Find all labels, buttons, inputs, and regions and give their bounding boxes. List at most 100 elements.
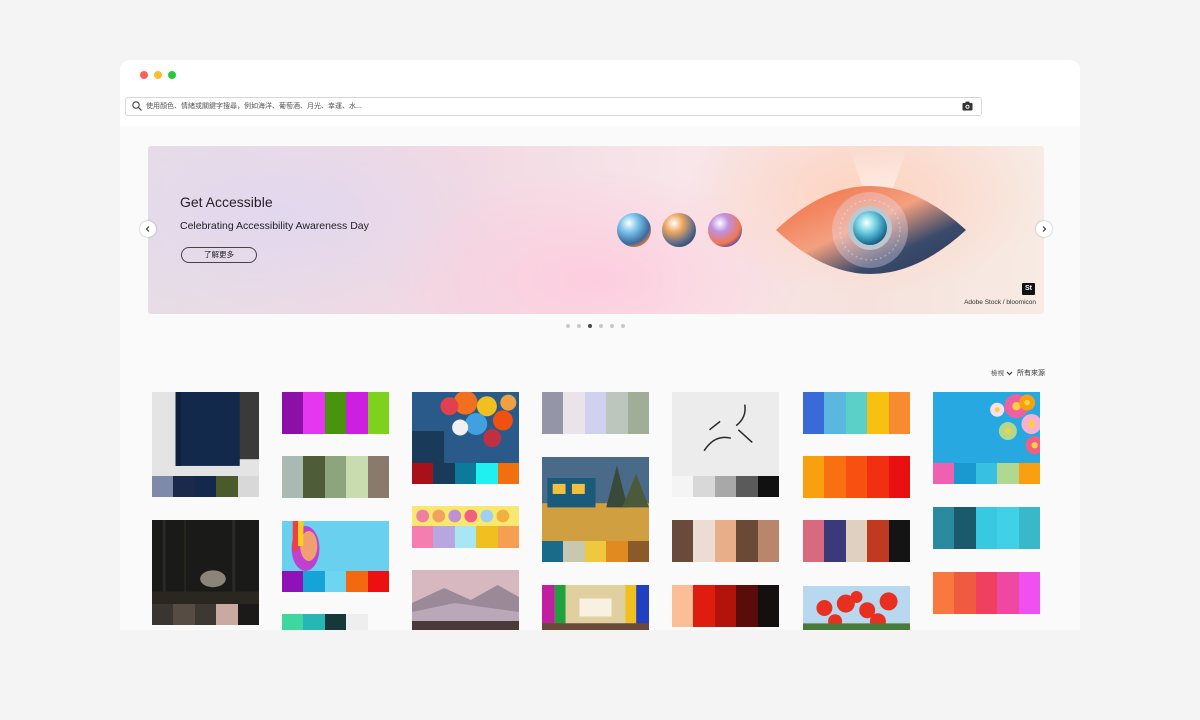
color-swatch — [237, 604, 259, 625]
color-swatch — [152, 604, 174, 625]
color-swatch — [324, 571, 347, 592]
color-swatches — [412, 463, 519, 484]
pagination-dot[interactable] — [588, 324, 592, 328]
color-swatches — [282, 392, 389, 434]
pagination-dot[interactable] — [566, 324, 570, 328]
learn-more-button[interactable]: 了解更多 — [181, 247, 257, 263]
color-swatches — [542, 392, 649, 434]
palette-card[interactable] — [282, 521, 389, 592]
palette-card[interactable] — [412, 506, 519, 548]
camera-icon[interactable] — [962, 101, 973, 111]
palette-card[interactable] — [933, 572, 1040, 614]
carousel-pagination — [566, 324, 632, 330]
color-swatch — [736, 520, 758, 562]
color-swatch — [627, 392, 649, 434]
color-swatch — [367, 571, 389, 592]
source-filter[interactable]: 檢視 所有來源 — [991, 367, 1045, 378]
color-swatch — [497, 463, 519, 484]
palette-card[interactable] — [672, 520, 779, 562]
color-swatch — [736, 476, 758, 497]
title-bar — [120, 60, 1080, 126]
color-swatches — [803, 456, 910, 498]
palette-card[interactable] — [933, 392, 1040, 484]
color-swatch — [433, 463, 455, 484]
palette-card[interactable] — [412, 570, 519, 630]
color-swatch — [346, 392, 368, 434]
color-swatch — [757, 585, 779, 627]
palette-card[interactable] — [672, 392, 779, 497]
color-swatch — [367, 614, 389, 630]
color-swatch — [672, 476, 694, 497]
search-input[interactable] — [146, 99, 946, 113]
palette-card[interactable] — [282, 456, 389, 498]
hero-subtitle: Celebrating Accessibility Awareness Day — [180, 220, 369, 232]
search-bar[interactable] — [125, 97, 982, 116]
color-swatch — [954, 572, 976, 614]
pagination-dot[interactable] — [621, 324, 625, 328]
color-swatch — [1018, 507, 1040, 549]
palette-card[interactable] — [282, 614, 389, 630]
palette-card[interactable] — [412, 392, 519, 484]
palette-card[interactable] — [542, 457, 649, 562]
color-swatch — [888, 456, 910, 498]
color-swatch — [497, 526, 519, 548]
palette-card[interactable] — [152, 392, 259, 497]
pagination-dot[interactable] — [577, 324, 581, 328]
browser-window: Get Accessible Celebrating Accessibility… — [120, 60, 1080, 630]
palette-card[interactable] — [542, 392, 649, 434]
color-swatch — [1018, 463, 1040, 484]
color-swatch — [757, 476, 779, 497]
color-swatch — [997, 463, 1019, 484]
palette-thumbnail — [152, 392, 259, 476]
color-swatches — [803, 520, 910, 562]
color-swatches — [672, 476, 779, 497]
palette-card[interactable] — [282, 392, 389, 434]
color-swatches — [282, 614, 389, 630]
pagination-dot[interactable] — [610, 324, 614, 328]
color-swatch — [867, 392, 889, 434]
color-swatch — [152, 476, 174, 497]
color-swatch — [563, 392, 585, 434]
palette-card[interactable] — [542, 585, 649, 630]
palette-card[interactable] — [803, 456, 910, 498]
color-swatches — [152, 476, 259, 497]
close-window-button[interactable] — [140, 71, 148, 79]
color-swatch — [194, 604, 217, 625]
color-swatches — [282, 571, 389, 592]
carousel-prev-button[interactable] — [140, 221, 156, 237]
palette-card[interactable] — [803, 520, 910, 562]
color-swatch — [303, 614, 325, 630]
hero-banner: Get Accessible Celebrating Accessibility… — [148, 146, 1044, 314]
image-credit: Adobe Stock / bloomicon — [964, 299, 1036, 306]
pagination-dot[interactable] — [599, 324, 603, 328]
color-swatches — [542, 541, 649, 562]
palette-thumbnail — [542, 585, 649, 630]
color-swatch — [803, 392, 825, 434]
color-swatch — [975, 507, 998, 549]
palette-thumbnail — [412, 570, 519, 630]
minimize-window-button[interactable] — [154, 71, 162, 79]
color-swatch — [367, 392, 389, 434]
palette-card[interactable] — [933, 507, 1040, 549]
maximize-window-button[interactable] — [168, 71, 176, 79]
color-swatch — [757, 520, 779, 562]
palette-thumbnail — [672, 392, 779, 476]
color-swatch — [454, 526, 477, 548]
color-swatches — [672, 520, 779, 562]
palette-card[interactable] — [803, 392, 910, 434]
palette-card[interactable] — [152, 520, 259, 625]
color-swatch — [282, 614, 304, 630]
palette-card[interactable] — [803, 586, 910, 630]
palette-card[interactable] — [672, 585, 779, 627]
carousel-next-button[interactable] — [1036, 221, 1052, 237]
color-swatch — [933, 463, 955, 484]
color-swatch — [693, 520, 715, 562]
chevron-down-icon — [1006, 371, 1013, 376]
color-swatch — [803, 456, 825, 498]
color-swatch — [584, 392, 607, 434]
color-swatch — [606, 541, 628, 562]
color-swatch — [975, 463, 998, 484]
color-swatch — [237, 476, 259, 497]
chevron-left-icon — [145, 226, 150, 232]
color-swatch — [627, 541, 649, 562]
